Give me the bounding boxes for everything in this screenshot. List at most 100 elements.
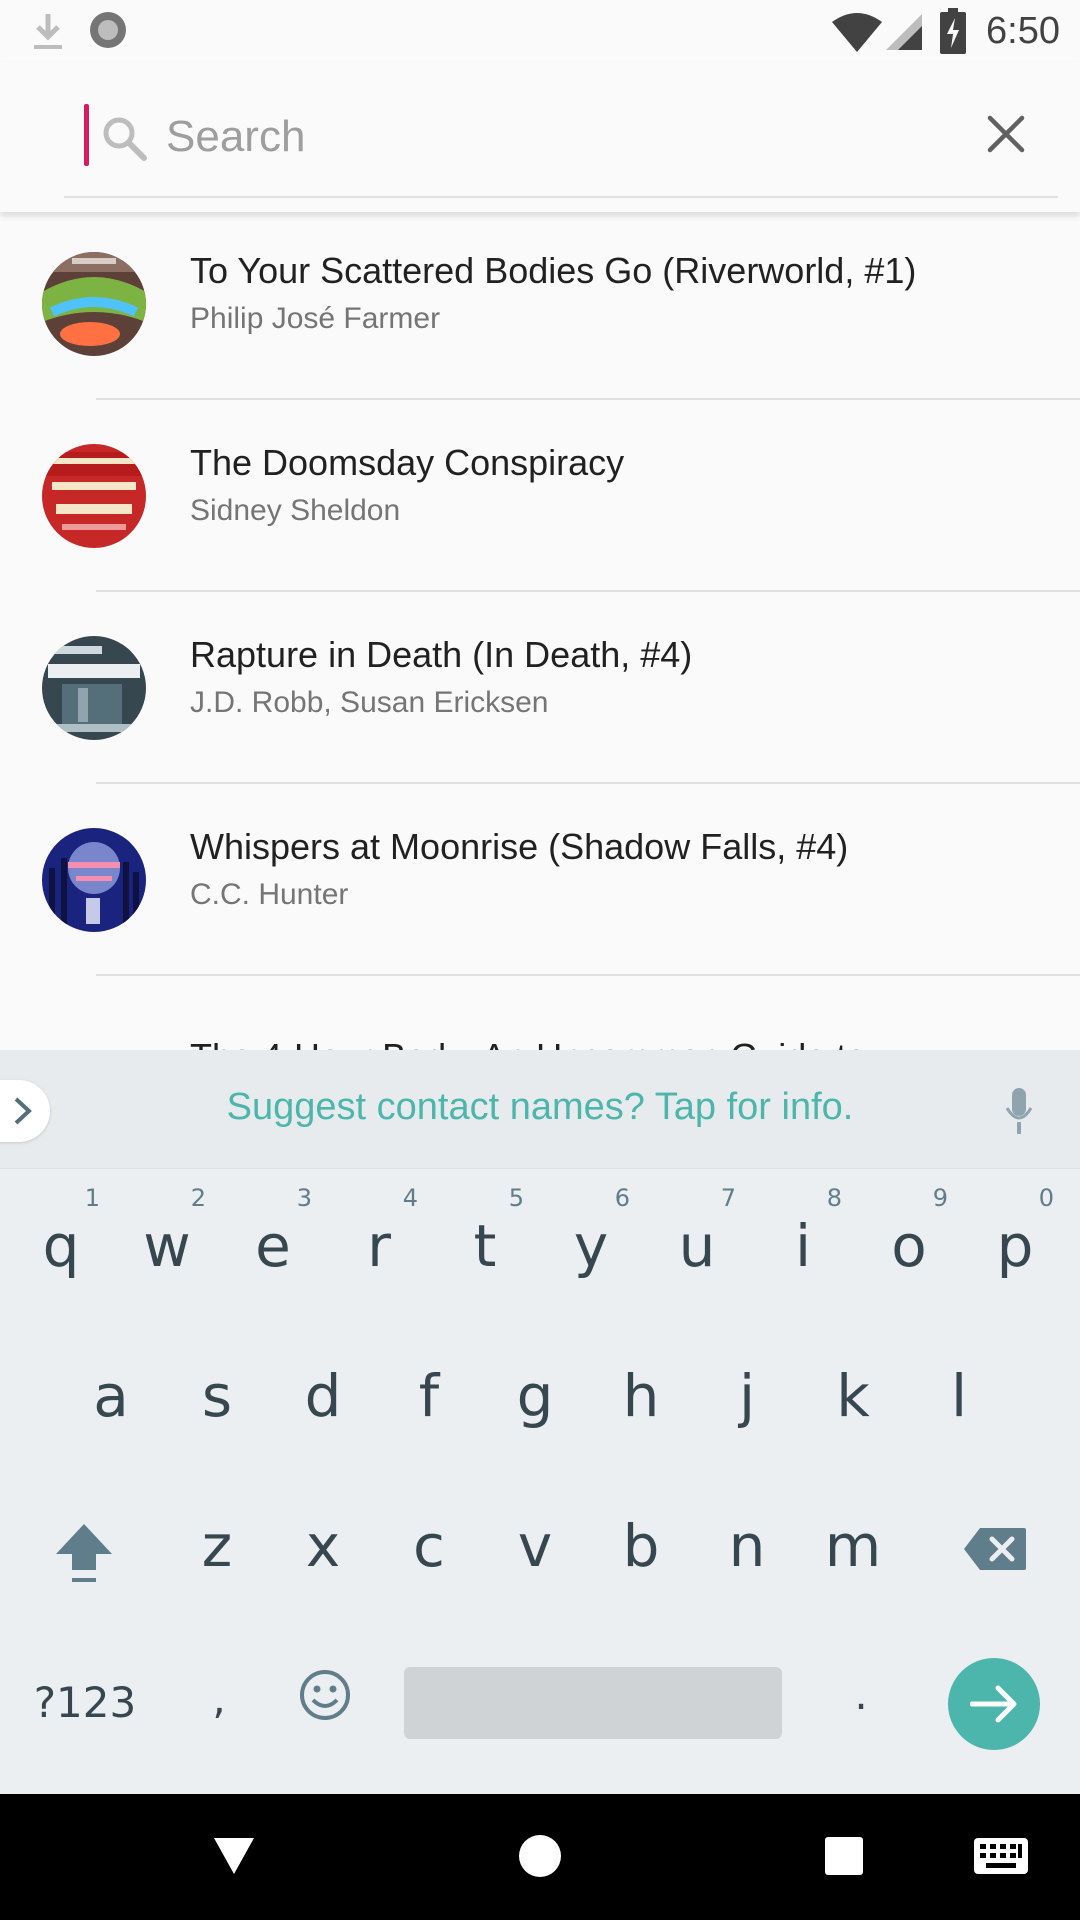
key-hint: 9	[932, 1184, 948, 1212]
key-hint: 4	[402, 1184, 418, 1212]
suggestion-text[interactable]: Suggest contact names? Tap for info.	[0, 1086, 1080, 1129]
book-author: C.C. Hunter	[190, 878, 349, 911]
book-cover	[42, 444, 146, 548]
key-j[interactable]: j	[694, 1320, 800, 1470]
recents-icon[interactable]	[824, 1836, 864, 1876]
key-label: b	[622, 1512, 660, 1580]
divider	[96, 590, 1080, 592]
key-c[interactable]: c	[376, 1470, 482, 1620]
divider	[96, 782, 1080, 784]
suggestion-strip: Suggest contact names? Tap for info.	[0, 1050, 1080, 1169]
key-hint: 5	[508, 1184, 524, 1212]
key-label: m	[824, 1512, 882, 1580]
emoji-key[interactable]	[272, 1620, 378, 1770]
book-title: Rapture in Death (In Death, #4)	[190, 634, 693, 675]
key-label: f	[418, 1362, 440, 1430]
key-z[interactable]: z	[164, 1470, 270, 1620]
list-item[interactable]: To Your Scattered Bodies Go (Riverworld,…	[0, 212, 1080, 404]
circle-notification-icon	[90, 12, 126, 48]
key-b[interactable]: b	[588, 1470, 694, 1620]
key-label: n	[728, 1512, 766, 1580]
key-label: j	[738, 1362, 756, 1430]
book-author: J.D. Robb, Susan Ericksen	[190, 686, 549, 719]
wifi-icon	[832, 13, 882, 52]
key-w[interactable]: 2w	[114, 1170, 220, 1320]
key-y[interactable]: 6y	[538, 1170, 644, 1320]
key-label: u	[678, 1212, 716, 1280]
key-u[interactable]: 7u	[644, 1170, 750, 1320]
search-input[interactable]	[166, 104, 946, 170]
key-label: z	[201, 1512, 233, 1580]
shift-key[interactable]	[32, 1470, 138, 1620]
key-label: i	[794, 1212, 812, 1280]
key-hint: 8	[826, 1184, 842, 1212]
book-author: Philip José Farmer	[190, 302, 441, 335]
key-label: e	[255, 1212, 291, 1280]
key-hint: 1	[84, 1184, 100, 1212]
backspace-key[interactable]	[942, 1470, 1048, 1620]
key-label: o	[891, 1212, 927, 1280]
key-label: c	[413, 1512, 445, 1580]
key-label: g	[516, 1362, 554, 1430]
home-icon[interactable]	[518, 1834, 562, 1878]
enter-button[interactable]	[948, 1658, 1040, 1750]
period-key[interactable]: .	[808, 1620, 914, 1770]
key-m[interactable]: m	[800, 1470, 906, 1620]
key-hint: 3	[296, 1184, 312, 1212]
close-icon[interactable]	[984, 112, 1028, 156]
comma-key[interactable]: ,	[166, 1620, 272, 1770]
battery-charging-icon	[940, 8, 966, 54]
book-title: Whispers at Moonrise (Shadow Falls, #4)	[190, 826, 849, 867]
key-p[interactable]: 0p	[962, 1170, 1068, 1320]
key-label: w	[143, 1212, 191, 1280]
key-label: s	[201, 1362, 233, 1430]
key-g[interactable]: g	[482, 1320, 588, 1470]
list-item[interactable]: The 4-Hour Body: An Uncommon Guide to	[0, 980, 1080, 1050]
backspace-icon	[964, 1528, 1026, 1570]
divider	[96, 974, 1080, 976]
search-bar	[0, 62, 1080, 212]
key-q[interactable]: 1q	[8, 1170, 114, 1320]
microphone-icon[interactable]	[1004, 1086, 1034, 1136]
status-bar: 6:50	[0, 0, 1080, 62]
divider	[96, 398, 1080, 400]
list-item[interactable]: Rapture in Death (In Death, #4) J.D. Rob…	[0, 596, 1080, 788]
key-a[interactable]: a	[58, 1320, 164, 1470]
key-i[interactable]: 8i	[750, 1170, 856, 1320]
list-item[interactable]: The Doomsday Conspiracy Sidney Sheldon	[0, 404, 1080, 596]
key-e[interactable]: 3e	[220, 1170, 326, 1320]
back-icon[interactable]	[212, 1836, 256, 1876]
search-underline	[64, 196, 1058, 198]
book-title: To Your Scattered Bodies Go (Riverworld,…	[190, 250, 917, 291]
key-k[interactable]: k	[800, 1320, 906, 1470]
navigation-bar	[0, 1794, 1080, 1920]
key-t[interactable]: 5t	[432, 1170, 538, 1320]
list-item[interactable]: Whispers at Moonrise (Shadow Falls, #4) …	[0, 788, 1080, 980]
key-n[interactable]: n	[694, 1470, 800, 1620]
book-author: Sidney Sheldon	[190, 494, 401, 527]
key-label: ,	[212, 1674, 226, 1723]
key-r[interactable]: 4r	[326, 1170, 432, 1320]
key-x[interactable]: x	[270, 1470, 376, 1620]
key-f[interactable]: f	[376, 1320, 482, 1470]
key-label: .	[854, 1670, 868, 1719]
keyboard-switch-icon[interactable]	[974, 1838, 1028, 1874]
key-label: d	[304, 1362, 342, 1430]
key-d[interactable]: d	[270, 1320, 376, 1470]
cell-signal-icon	[886, 14, 922, 50]
spacebar[interactable]	[404, 1667, 782, 1739]
key-hint: 0	[1038, 1184, 1054, 1212]
book-title: The Doomsday Conspiracy	[190, 442, 625, 483]
key-l[interactable]: l	[906, 1320, 1012, 1470]
key-v[interactable]: v	[482, 1470, 588, 1620]
key-h[interactable]: h	[588, 1320, 694, 1470]
key-label: v	[517, 1512, 553, 1580]
key-s[interactable]: s	[164, 1320, 270, 1470]
text-cursor	[84, 104, 89, 166]
key-o[interactable]: 9o	[856, 1170, 962, 1320]
book-cover	[42, 828, 146, 932]
key-label: h	[622, 1362, 660, 1430]
download-icon	[34, 14, 62, 49]
symbols-key[interactable]: ?123	[32, 1620, 138, 1770]
book-cover	[42, 636, 146, 740]
